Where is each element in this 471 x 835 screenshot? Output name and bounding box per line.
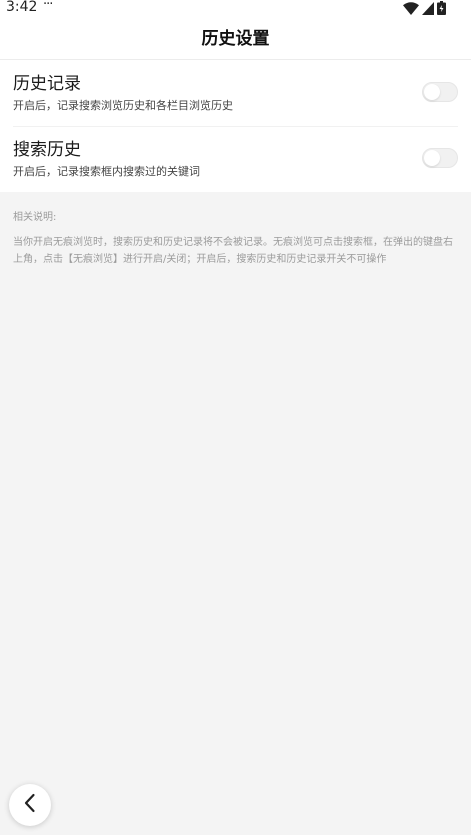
notes-body: 当你开启无痕浏览时，搜索历史和历史记录将不会被记录。无痕浏览可点击搜索框，在弹出… bbox=[13, 237, 453, 265]
setting-title: 搜索历史 bbox=[13, 140, 81, 160]
notification-dots: ··· bbox=[43, 0, 53, 12]
search-history-toggle[interactable] bbox=[422, 148, 458, 168]
setting-row-search-history: 搜索历史 开启后，记录搜索框内搜索过的关键词 bbox=[0, 126, 471, 192]
history-record-toggle[interactable] bbox=[422, 82, 458, 102]
setting-row-history-record: 历史记录 开启后，记录搜索浏览历史和各栏目浏览历史 bbox=[0, 60, 471, 126]
notes-heading: 相关说明: bbox=[13, 212, 57, 223]
history-settings-screen: 3:42 ··· 历史设置 历史记录 开启后，记录搜索浏览历史和各栏目浏览历史 … bbox=[0, 0, 471, 835]
page-title: 历史设置 bbox=[201, 29, 270, 49]
header-bar: 历史设置 bbox=[0, 15, 471, 60]
chevron-left-icon bbox=[23, 793, 37, 817]
back-button[interactable] bbox=[9, 784, 51, 826]
toggle-knob bbox=[424, 84, 440, 100]
status-time: 3:42 bbox=[6, 0, 38, 15]
setting-title: 历史记录 bbox=[13, 74, 81, 94]
toggle-knob bbox=[424, 150, 440, 166]
setting-description: 开启后，记录搜索浏览历史和各栏目浏览历史 bbox=[13, 99, 233, 112]
settings-card: 历史记录 开启后，记录搜索浏览历史和各栏目浏览历史 搜索历史 开启后，记录搜索框… bbox=[0, 60, 471, 192]
setting-description: 开启后，记录搜索框内搜索过的关键词 bbox=[13, 165, 200, 178]
status-icons bbox=[403, 0, 446, 16]
status-bar: 3:42 ··· bbox=[0, 0, 471, 16]
